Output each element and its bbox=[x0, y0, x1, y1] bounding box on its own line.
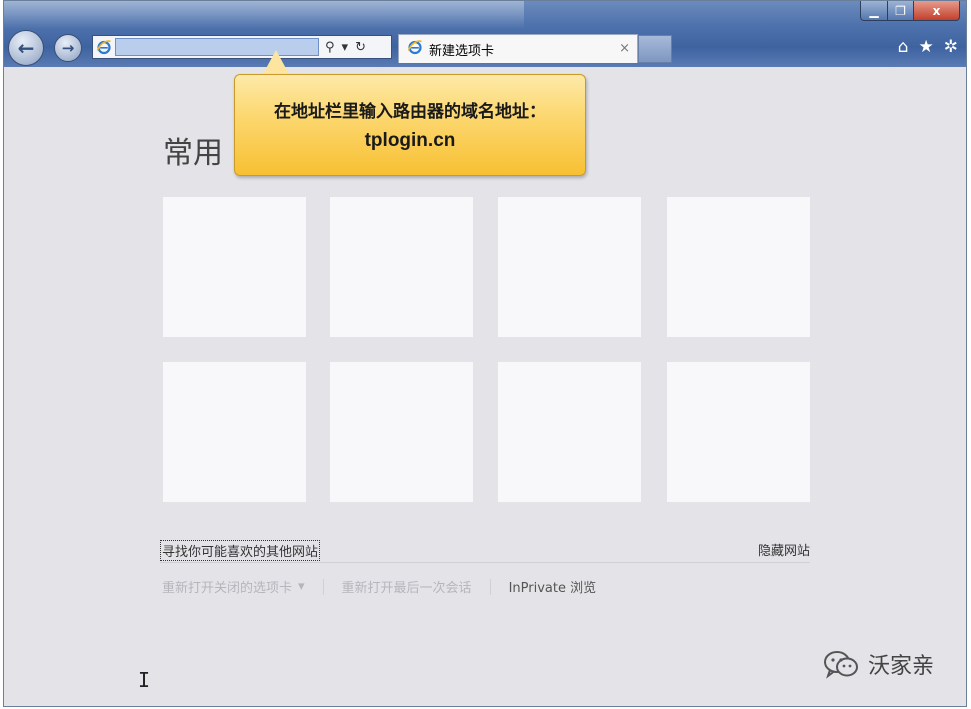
tab-actions: 重新打开关闭的选项卡 ▾ 重新打开最后一次会话 InPrivate 浏览 bbox=[162, 577, 596, 596]
watermark: 沃家亲 bbox=[822, 648, 934, 680]
address-bar: ⚲ ▾ ↻ bbox=[92, 35, 392, 59]
ie-logo-icon bbox=[93, 39, 115, 55]
window-controls: ▁ ❐ x bbox=[860, 1, 960, 21]
wechat-icon bbox=[824, 651, 858, 679]
frequent-site-tile[interactable] bbox=[330, 362, 473, 502]
new-tab-button[interactable] bbox=[638, 35, 672, 63]
frequent-site-tile[interactable] bbox=[163, 362, 306, 502]
forward-arrow-icon: → bbox=[61, 39, 75, 57]
inprivate-link[interactable]: InPrivate 浏览 bbox=[509, 577, 597, 596]
close-icon[interactable]: × bbox=[619, 41, 630, 56]
chevron-down-icon[interactable]: ▾ bbox=[342, 40, 349, 55]
close-window-button[interactable]: x bbox=[914, 1, 960, 21]
address-tools: ⚲ ▾ ↻ bbox=[325, 40, 366, 55]
maximize-button[interactable]: ❐ bbox=[888, 1, 914, 21]
frequent-site-tile[interactable] bbox=[498, 197, 641, 337]
browser-chrome: ▁ ❐ x ← → ⚲ ▾ ↻ 新建选项卡 × ⌂ ★ ✲ bbox=[4, 1, 966, 67]
command-icons: ⌂ ★ ✲ bbox=[898, 37, 958, 57]
frequent-site-tile[interactable] bbox=[498, 362, 641, 502]
text-cursor-icon: I bbox=[138, 668, 151, 692]
divider bbox=[489, 578, 491, 595]
callout-pointer bbox=[262, 50, 290, 76]
frequent-site-tile[interactable] bbox=[667, 362, 810, 502]
tab-new-tab[interactable]: 新建选项卡 × bbox=[398, 34, 638, 63]
frequent-site-tile[interactable] bbox=[163, 197, 306, 337]
hide-sites-link[interactable]: 隐藏网站 bbox=[758, 540, 810, 559]
page-title: 常用 bbox=[163, 136, 223, 171]
minimize-button[interactable]: ▁ bbox=[860, 1, 888, 21]
star-icon[interactable]: ★ bbox=[919, 37, 934, 57]
chevron-down-icon[interactable]: ▾ bbox=[298, 579, 305, 594]
home-icon[interactable]: ⌂ bbox=[898, 37, 909, 57]
frequent-site-tile[interactable] bbox=[667, 197, 810, 337]
watermark-text: 沃家亲 bbox=[868, 654, 935, 679]
divider bbox=[322, 578, 324, 595]
ie-logo-icon bbox=[407, 39, 423, 59]
gear-icon[interactable]: ✲ bbox=[944, 37, 958, 57]
callout-instruction-text: 在地址栏里输入路由器的域名地址： bbox=[274, 102, 546, 122]
instruction-callout: 在地址栏里输入路由器的域名地址： tplogin.cn bbox=[234, 74, 586, 176]
forward-button[interactable]: → bbox=[54, 34, 82, 62]
chrome-shine bbox=[4, 1, 524, 29]
refresh-icon[interactable]: ↻ bbox=[355, 40, 366, 55]
site-links-row: 寻找你可能喜欢的其他网站 隐藏网站 bbox=[160, 540, 810, 563]
back-button[interactable]: ← bbox=[8, 30, 44, 66]
find-sites-link[interactable]: 寻找你可能喜欢的其他网站 bbox=[160, 540, 321, 561]
back-arrow-icon: ← bbox=[17, 36, 35, 60]
reopen-last-session-link[interactable]: 重新打开最后一次会话 bbox=[342, 577, 472, 596]
search-icon[interactable]: ⚲ bbox=[325, 40, 335, 55]
tab-label: 新建选项卡 bbox=[429, 43, 495, 59]
reopen-closed-tabs-link[interactable]: 重新打开关闭的选项卡 bbox=[162, 577, 292, 596]
callout-domain-text: tplogin.cn bbox=[364, 130, 456, 151]
frequent-site-tile[interactable] bbox=[330, 197, 473, 337]
